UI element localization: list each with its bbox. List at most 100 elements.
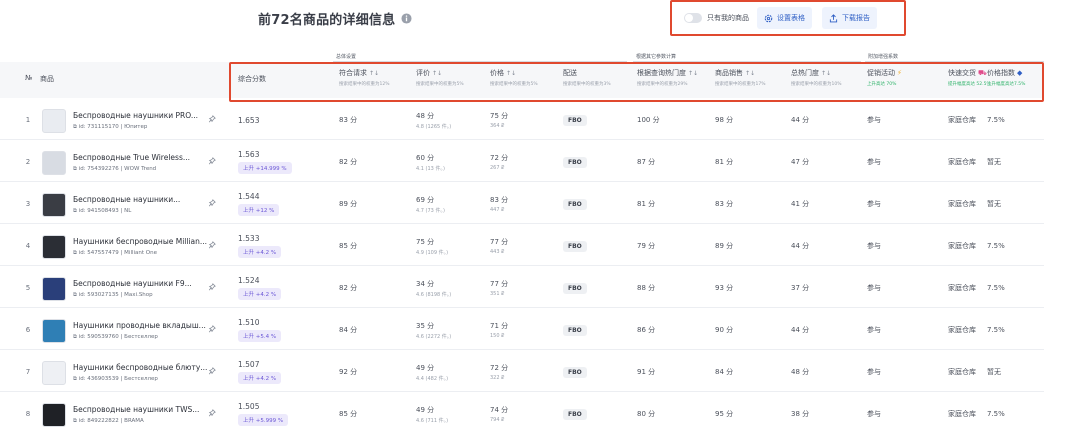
pin-icon[interactable] — [208, 115, 216, 123]
popularity-cell: 47 分 — [791, 158, 810, 166]
my-products-toggle[interactable] — [684, 13, 702, 23]
score-change-badge: 上升 +5.999 % — [238, 414, 289, 426]
price-index-cell: 暂无 — [987, 368, 1001, 376]
product-name[interactable]: Беспроводные True Wireless... — [73, 153, 190, 162]
product-thumbnail[interactable] — [42, 361, 66, 385]
delivery-cell: FBO — [558, 142, 630, 182]
delivery-cell: FBO — [558, 268, 630, 308]
copy-icon[interactable]: ⧉ — [73, 124, 77, 130]
price-index-cell: 7.5% — [987, 116, 1005, 124]
price-index-cell: 7.5% — [987, 284, 1005, 292]
popularity-cell: 41 分 — [791, 200, 810, 208]
delivery-cell: FBO — [558, 352, 630, 392]
product-id: ⧉ id: 593027135 | Maxi.Shop — [73, 292, 153, 298]
pin-icon[interactable] — [208, 157, 216, 165]
table-row[interactable]: 7 Наушники беспроводные блюту... ⧉ id: 436… — [0, 352, 1044, 392]
product-thumbnail[interactable] — [42, 235, 66, 259]
copy-icon[interactable]: ⧉ — [73, 292, 77, 298]
promo-cell: 参与 — [867, 242, 881, 250]
upload-icon — [829, 13, 838, 22]
fbo-badge: FBO — [563, 156, 587, 168]
row-number: 1 — [25, 116, 31, 124]
delivery-cell: FBO — [558, 226, 630, 266]
promo-cell: 参与 — [867, 284, 881, 292]
product-id: ⧉ id: 754392276 | WOW Trend — [73, 166, 157, 172]
pin-icon[interactable] — [208, 409, 216, 417]
price-index-cell: 7.5% — [987, 326, 1005, 334]
score-cell: 1.563 上升 +14.999 % — [233, 142, 328, 182]
popularity-cell: 44 分 — [791, 326, 810, 334]
product-id: ⧉ id: 941508493 | NL — [73, 208, 132, 214]
row-number: 4 — [25, 242, 31, 250]
download-report-button[interactable]: 下载报告 — [822, 7, 877, 29]
product-name[interactable]: Беспроводные наушники F9... — [73, 279, 192, 288]
product-thumbnail[interactable] — [42, 109, 66, 133]
row-number: 3 — [25, 200, 31, 208]
copy-icon[interactable]: ⧉ — [73, 376, 77, 382]
settings-table-button[interactable]: 设置表格 — [757, 7, 812, 29]
product-name[interactable]: Беспроводные наушники PRO... — [73, 111, 198, 120]
score-change-badge: 上升 +12 % — [238, 204, 280, 216]
score-change-badge: 上升 +4.2 % — [238, 372, 282, 384]
sales-cell: 84 分 — [715, 368, 734, 376]
popularity-cell: 37 分 — [791, 284, 810, 292]
product-thumbnail[interactable] — [42, 403, 66, 427]
col-product: 商品 — [40, 75, 54, 83]
table-row[interactable]: 2 Беспроводные True Wireless... ⧉ id: 7543… — [0, 142, 1044, 182]
demand-cell: 83 分 — [339, 116, 358, 124]
score-cell: 1.533 上升 +4.2 % — [233, 226, 328, 266]
demand-cell: 84 分 — [339, 326, 358, 334]
demand-cell: 85 分 — [339, 410, 358, 418]
table-row[interactable]: 5 Беспроводные наушники F9... ⧉ id: 593027… — [0, 268, 1044, 308]
group-label-boosts: 附加增强系数 — [868, 54, 899, 60]
table-row[interactable]: 6 Наушники проводные вкладыш... ⧉ id: 5905… — [0, 310, 1044, 350]
pin-icon[interactable] — [208, 325, 216, 333]
sales-cell: 95 分 — [715, 410, 734, 418]
price-cell: 77 分 351 ₽ — [490, 280, 509, 297]
table-row[interactable]: 1 Беспроводные наушники PRO... ⧉ id: 73111… — [0, 100, 1044, 140]
demand-cell: 92 分 — [339, 368, 358, 376]
info-icon[interactable] — [401, 12, 412, 24]
copy-icon[interactable]: ⧉ — [73, 334, 77, 340]
product-name[interactable]: Наушники проводные вкладыш... — [73, 321, 206, 330]
product-name[interactable]: Беспроводные наушники TWS... — [73, 405, 199, 414]
rating-cell: 49 分 4.6 (711 件。) — [416, 405, 449, 424]
score-cell: 1.507 上升 +4.2 % — [233, 352, 328, 392]
copy-icon[interactable]: ⧉ — [73, 418, 77, 424]
metrics-highlight-box — [229, 62, 1044, 102]
demand-cell: 82 分 — [339, 284, 358, 292]
price-index-cell: 暂无 — [987, 200, 1001, 208]
toolbar: 只有我的商品 设置表格 下载报告 — [670, 0, 906, 36]
copy-icon[interactable]: ⧉ — [73, 208, 77, 214]
product-thumbnail[interactable] — [42, 193, 66, 217]
rating-cell: 69 分 4.7 (73 件。) — [416, 195, 445, 214]
popularity-cell: 44 分 — [791, 242, 810, 250]
pin-icon[interactable] — [208, 241, 216, 249]
row-number: 8 — [25, 410, 31, 418]
product-thumbnail[interactable] — [42, 319, 66, 343]
product-thumbnail[interactable] — [42, 151, 66, 175]
table-row[interactable]: 8 Беспроводные наушники TWS... ⧉ id: 84922… — [0, 394, 1044, 432]
page-title: 前72名商品的详细信息 — [258, 12, 396, 28]
product-name[interactable]: Наушники беспроводные блюту... — [73, 363, 207, 372]
fbo-badge: FBO — [563, 324, 587, 336]
copy-icon[interactable]: ⧉ — [73, 166, 77, 172]
score-cell: 1.510 上升 +5.4 % — [233, 310, 328, 350]
score-cell: 1.524 上升 +4.2 % — [233, 268, 328, 308]
product-name[interactable]: Наушники беспроводные Millian... — [73, 237, 207, 246]
copy-icon[interactable]: ⧉ — [73, 250, 77, 256]
product-thumbnail[interactable] — [42, 277, 66, 301]
row-number: 7 — [25, 368, 31, 376]
promo-cell: 参与 — [867, 410, 881, 418]
table-row[interactable]: 4 Наушники беспроводные Millian... ⧉ id: 5… — [0, 226, 1044, 266]
price-cell: 74 分 794 ₽ — [490, 406, 509, 423]
promo-cell: 参与 — [867, 158, 881, 166]
pin-icon[interactable] — [208, 367, 216, 375]
pin-icon[interactable] — [208, 283, 216, 291]
product-name[interactable]: Беспроводные наушники... — [73, 195, 180, 204]
my-products-toggle-label: 只有我的商品 — [707, 14, 749, 22]
rating-cell: 34 分 4.6 (8198 件。) — [416, 279, 452, 298]
table-row[interactable]: 3 Беспроводные наушники... ⧉ id: 941508493… — [0, 184, 1044, 224]
score-change-badge: 上升 +14.999 % — [238, 162, 292, 174]
pin-icon[interactable] — [208, 199, 216, 207]
